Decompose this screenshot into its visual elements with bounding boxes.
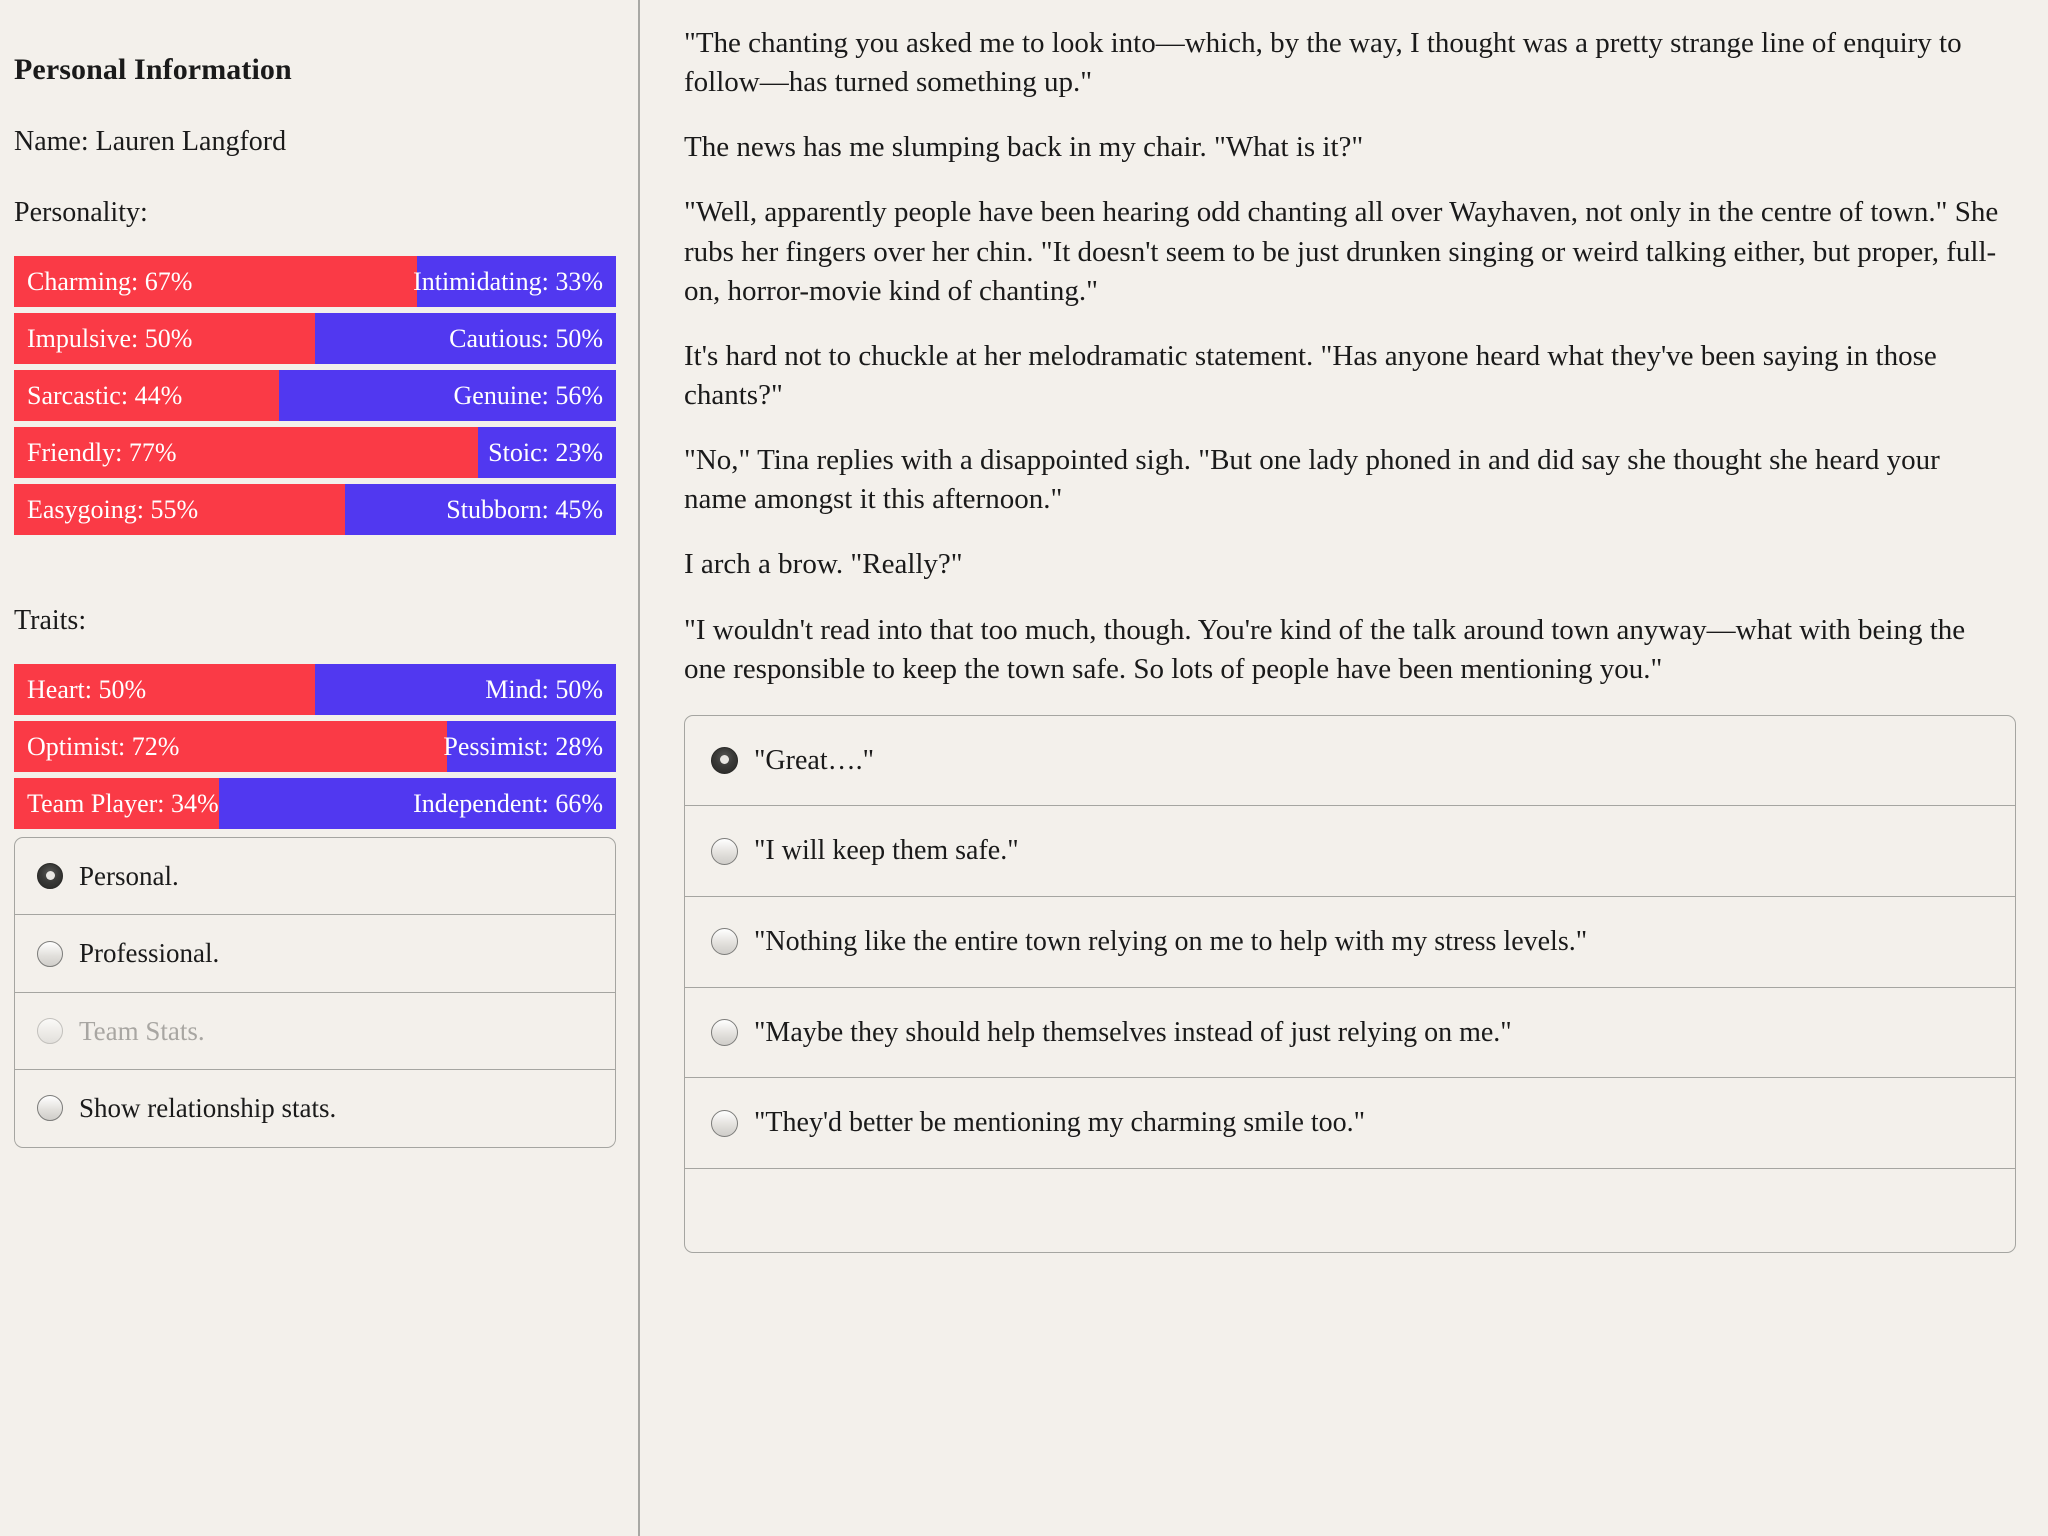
sidebar-view-option[interactable]: Personal. xyxy=(15,838,615,914)
stat-bar-labels: Friendly: 77% Stoic: 23% xyxy=(14,427,616,478)
stat-bar-right-label: Independent: 66% xyxy=(413,788,603,818)
dialogue-choice-option[interactable]: "Nothing like the entire town relying on… xyxy=(685,896,2015,987)
radio-unselected-icon[interactable] xyxy=(711,1018,738,1046)
stat-bar: Heart: 50% Mind: 50% xyxy=(14,664,616,715)
sidebar-view-option[interactable]: Show relationship stats. xyxy=(15,1069,615,1146)
stat-bar-right-label: Genuine: 56% xyxy=(453,380,603,410)
dialogue-choice-option-label: "Maybe they should help themselves inste… xyxy=(754,1016,1512,1048)
sidebar-view-option-label: Personal. xyxy=(79,861,179,891)
radio-unselected-icon[interactable] xyxy=(711,928,738,956)
story-paragraph: "I wouldn't read into that too much, tho… xyxy=(684,613,1966,685)
radio-unselected-icon[interactable] xyxy=(37,940,63,967)
sidebar-view-options[interactable]: Personal. Professional. Team Stats. Show re… xyxy=(14,837,616,1148)
story-paragraph: "The chanting you asked me to look into—… xyxy=(684,27,1962,99)
dialogue-choice-option[interactable]: "Maybe they should help themselves inste… xyxy=(685,986,2015,1078)
stat-bar-left-label: Charming: 67% xyxy=(27,266,193,296)
dialogue-choice-option[interactable]: "Great…." xyxy=(685,716,2015,806)
stat-bar: Charming: 67% Intimidating: 33% xyxy=(14,256,616,307)
stat-bar-labels: Charming: 67% Intimidating: 33% xyxy=(14,256,616,307)
stat-bar-labels: Heart: 50% Mind: 50% xyxy=(14,664,616,715)
story-paragraph: "Well, apparently people have been heari… xyxy=(684,196,1999,307)
story-paragraph: It's hard not to chuckle at her melodram… xyxy=(684,339,1937,411)
sidebar-view-option[interactable]: Team Stats. xyxy=(15,991,615,1069)
stat-bar-right-label: Cautious: 50% xyxy=(449,323,603,353)
stat-bar-right-label: Mind: 50% xyxy=(485,674,603,704)
stat-bar: Optimist: 72% Pessimist: 28% xyxy=(14,721,616,772)
story-paragraph: I arch a brow. "Really?" xyxy=(684,548,963,581)
traits-section-label: Traits: xyxy=(14,605,87,636)
radio-selected-icon[interactable] xyxy=(711,747,738,775)
personal-information-sidebar: Personal Information Name: Lauren Langfo… xyxy=(0,0,640,1536)
sidebar-view-option[interactable]: Professional. xyxy=(15,914,615,991)
personality-section-label: Personality: xyxy=(14,197,148,228)
stat-bar-right-label: Pessimist: 28% xyxy=(443,731,603,761)
radio-unselected-icon[interactable] xyxy=(711,837,738,865)
character-name: Name: Lauren Langford xyxy=(14,126,287,157)
dialogue-choice-option-label: "They'd better be mentioning my charming… xyxy=(754,1107,1366,1139)
dialogue-choice-option[interactable] xyxy=(685,1167,2015,1252)
dialogue-choice-option-label: "Great…." xyxy=(754,744,875,776)
dialogue-choice-option-label: "I will keep them safe." xyxy=(754,835,1019,867)
stat-bar: Impulsive: 50% Cautious: 50% xyxy=(14,313,616,364)
stat-bar-left-label: Heart: 50% xyxy=(27,674,147,704)
dialogue-choice-option-label: "Nothing like the entire town relying on… xyxy=(754,926,1588,958)
stat-bar-right-label: Stubborn: 45% xyxy=(446,494,603,524)
trait-stat-bars: Heart: 50% Mind: 50% Optimist: 72% Pessimis… xyxy=(14,664,616,829)
stat-bar-right-label: Intimidating: 33% xyxy=(413,266,603,296)
stat-bar-left-label: Team Player: 34% xyxy=(27,788,219,818)
stat-bar-left-label: Impulsive: 50% xyxy=(27,323,193,353)
stat-bar-labels: Sarcastic: 44% Genuine: 56% xyxy=(14,370,616,421)
dialogue-choice-option[interactable]: "They'd better be mentioning my charming… xyxy=(685,1077,2015,1168)
stat-bar-labels: Team Player: 34% Independent: 66% xyxy=(14,778,616,829)
dialogue-choice-list[interactable]: "Great…." "I will keep them safe." "Nothin… xyxy=(684,714,2016,1253)
radio-selected-icon[interactable] xyxy=(37,863,63,890)
stat-bar-left-label: Friendly: 77% xyxy=(27,437,177,467)
stat-bar-labels: Optimist: 72% Pessimist: 28% xyxy=(14,721,616,772)
sidebar-view-option-label: Show relationship stats. xyxy=(79,1093,337,1124)
radio-unselected-icon[interactable] xyxy=(711,1109,738,1137)
app-root: Personal Information Name: Lauren Langfo… xyxy=(0,0,2048,1536)
sidebar-view-option-label: Professional. xyxy=(79,938,220,969)
dialogue-choice-option[interactable]: "I will keep them safe." xyxy=(685,805,2015,896)
stat-bar-right-label: Stoic: 23% xyxy=(488,437,603,467)
sidebar-view-option-label: Team Stats. xyxy=(79,1015,205,1046)
stat-bar: Friendly: 77% Stoic: 23% xyxy=(14,427,616,478)
stat-bar-labels: Easygoing: 55% Stubborn: 45% xyxy=(14,484,616,535)
personality-stat-bars: Charming: 67% Intimidating: 33% Impulsive:… xyxy=(14,256,616,535)
radio-unselected-icon[interactable] xyxy=(37,1095,63,1122)
stat-bar-left-label: Optimist: 72% xyxy=(27,731,180,761)
story-paragraph: "No," Tina replies with a disappointed s… xyxy=(684,444,1940,516)
stat-bar: Easygoing: 55% Stubborn: 45% xyxy=(14,484,616,535)
story-panel: "The chanting you asked me to look into—… xyxy=(640,0,2048,1536)
stat-bar: Team Player: 34% Independent: 66% xyxy=(14,778,616,829)
stat-bar-left-label: Easygoing: 55% xyxy=(27,494,199,524)
story-text: "The chanting you asked me to look into—… xyxy=(684,24,2004,689)
radio-unselected-icon[interactable] xyxy=(37,1017,63,1044)
story-paragraph: The news has me slumping back in my chai… xyxy=(684,131,1364,164)
page-title: Personal Information xyxy=(14,53,292,86)
stat-bar-left-label: Sarcastic: 44% xyxy=(27,380,183,410)
stat-bar: Sarcastic: 44% Genuine: 56% xyxy=(14,370,616,421)
stat-bar-labels: Impulsive: 50% Cautious: 50% xyxy=(14,313,616,364)
